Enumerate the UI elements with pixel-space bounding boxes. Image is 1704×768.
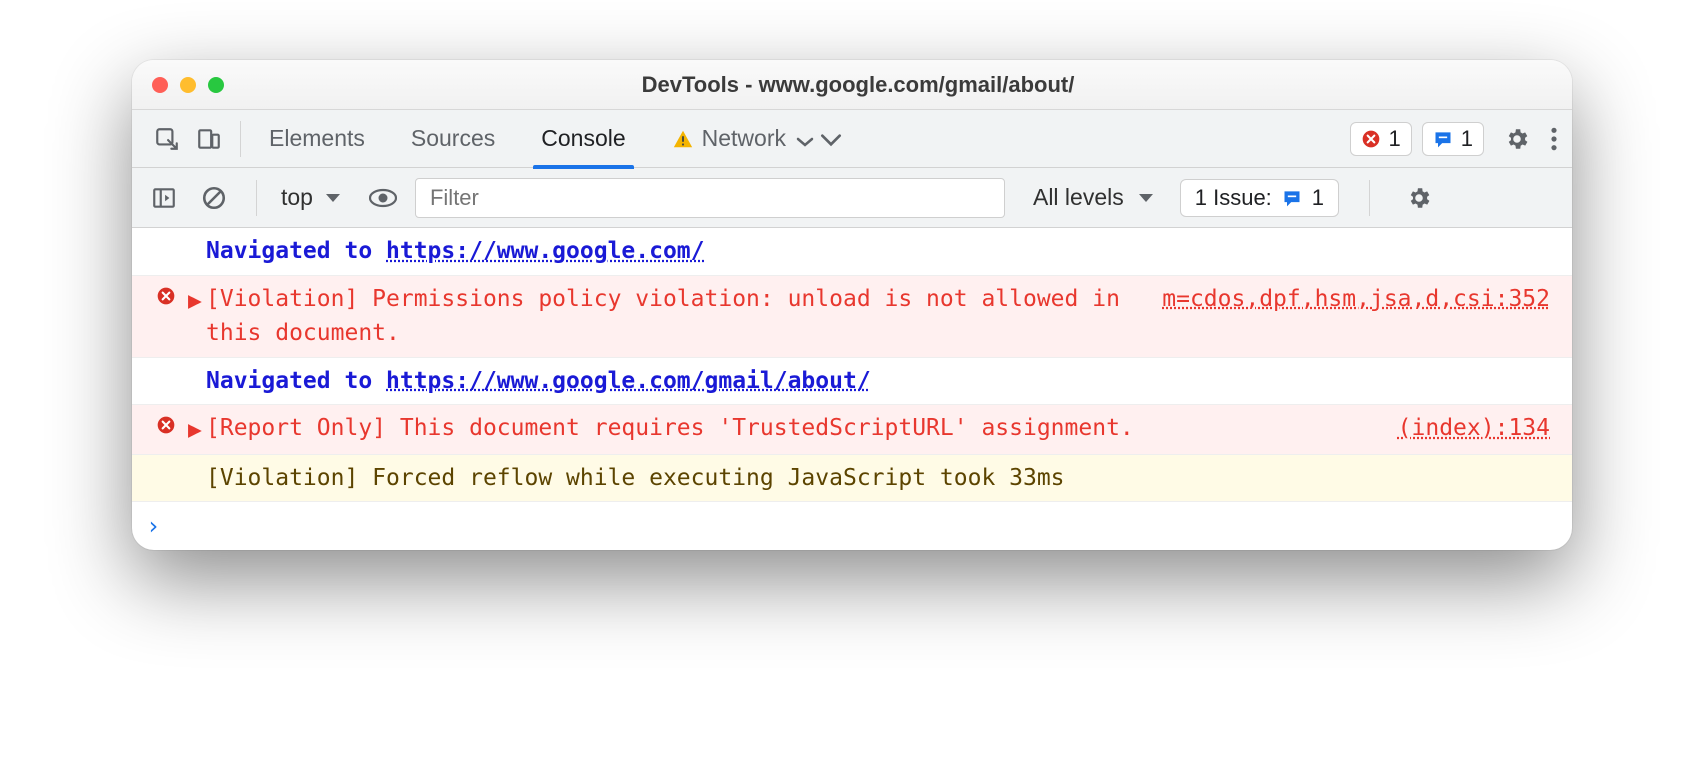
- message-count: 1: [1461, 126, 1473, 152]
- console-row-error: ▶[Report Only] This document requires 'T…: [132, 405, 1572, 455]
- console-output: Navigated to https://www.google.com/▶[Vi…: [132, 228, 1572, 502]
- error-icon: [144, 282, 188, 306]
- titlebar: DevTools - www.google.com/gmail/about/: [132, 60, 1572, 110]
- toggle-sidebar-icon[interactable]: [146, 180, 182, 216]
- log-levels-selector[interactable]: All levels: [1033, 184, 1154, 211]
- window-title: DevTools - www.google.com/gmail/about/: [224, 72, 1552, 98]
- inspect-element-icon[interactable]: [146, 120, 188, 158]
- clear-console-icon[interactable]: [196, 180, 232, 216]
- source-link[interactable]: (index):134: [1398, 411, 1550, 446]
- expand-toggle: [188, 234, 206, 236]
- zoom-window-button[interactable]: [208, 77, 224, 93]
- message-count-badge[interactable]: 1: [1422, 122, 1484, 156]
- separator: [240, 121, 241, 157]
- tab-sources[interactable]: Sources: [407, 110, 499, 168]
- message-text: Navigated to https://www.google.com/gmai…: [206, 364, 1550, 399]
- minimize-window-button[interactable]: [180, 77, 196, 93]
- error-count-badge[interactable]: 1: [1350, 122, 1412, 156]
- chevron-down-icon: [325, 192, 341, 204]
- gutter: [144, 364, 188, 368]
- console-row-warning: [Violation] Forced reflow while executin…: [132, 455, 1572, 503]
- live-expression-icon[interactable]: [365, 180, 401, 216]
- console-row-navigation: Navigated to https://www.google.com/gmai…: [132, 358, 1572, 406]
- issues-label: 1 Issue:: [1195, 185, 1272, 211]
- gutter: [144, 461, 188, 465]
- device-toolbar-icon[interactable]: [188, 120, 230, 158]
- issues-count: 1: [1312, 185, 1324, 211]
- message-text: [Violation] Permissions policy violation…: [206, 282, 1142, 351]
- context-selector[interactable]: top: [281, 184, 341, 211]
- prompt-chevron-icon: ›: [146, 512, 160, 540]
- tab-label: Elements: [269, 125, 365, 152]
- error-icon: [144, 411, 188, 435]
- context-label: top: [281, 184, 313, 211]
- filter-input[interactable]: [415, 178, 1005, 218]
- message-icon: [1282, 188, 1302, 208]
- devtools-window: DevTools - www.google.com/gmail/about/ E…: [132, 60, 1572, 550]
- window-controls: [152, 77, 224, 93]
- close-window-button[interactable]: [152, 77, 168, 93]
- panel-tabs: Elements Sources Console Network: [265, 110, 790, 168]
- message-text: Navigated to https://www.google.com/: [206, 234, 1550, 269]
- expand-toggle: [188, 461, 206, 463]
- message-text: [Report Only] This document requires 'Tr…: [206, 411, 1378, 446]
- warning-icon: [672, 128, 694, 150]
- error-icon: [1361, 129, 1381, 149]
- tab-elements[interactable]: Elements: [265, 110, 369, 168]
- console-row-error: ▶[Violation] Permissions policy violatio…: [132, 276, 1572, 358]
- console-toolbar: top All levels 1 Issue: 1: [132, 168, 1572, 228]
- tab-label: Sources: [411, 125, 495, 152]
- source-link[interactable]: m=cdos,dpf,hsm,jsa,d,csi:352: [1162, 282, 1550, 317]
- issues-button[interactable]: 1 Issue: 1: [1180, 179, 1339, 217]
- separator: [1369, 180, 1370, 216]
- expand-toggle: [188, 364, 206, 366]
- tab-label: Network: [702, 125, 786, 152]
- console-row-navigation: Navigated to https://www.google.com/: [132, 228, 1572, 276]
- separator: [256, 180, 257, 216]
- expand-toggle[interactable]: ▶: [188, 411, 206, 448]
- navigation-link[interactable]: https://www.google.com/: [386, 238, 705, 264]
- console-prompt[interactable]: ›: [132, 502, 1572, 550]
- console-settings-icon[interactable]: [1406, 185, 1432, 211]
- tab-label: Console: [541, 125, 625, 152]
- expand-toggle[interactable]: ▶: [188, 282, 206, 319]
- gutter: [144, 234, 188, 238]
- message-icon: [1433, 129, 1453, 149]
- error-count: 1: [1389, 126, 1401, 152]
- tab-network[interactable]: Network: [668, 110, 790, 168]
- message-text: [Violation] Forced reflow while executin…: [206, 461, 1550, 496]
- more-options-icon[interactable]: [1550, 126, 1558, 152]
- main-toolbar: Elements Sources Console Network 1 1: [132, 110, 1572, 168]
- tab-console[interactable]: Console: [537, 110, 629, 168]
- levels-label: All levels: [1033, 184, 1124, 211]
- more-tabs-button[interactable]: [818, 130, 844, 148]
- settings-icon[interactable]: [1504, 126, 1530, 152]
- navigation-link[interactable]: https://www.google.com/gmail/about/: [386, 368, 871, 394]
- chevron-down-icon: [1138, 192, 1154, 204]
